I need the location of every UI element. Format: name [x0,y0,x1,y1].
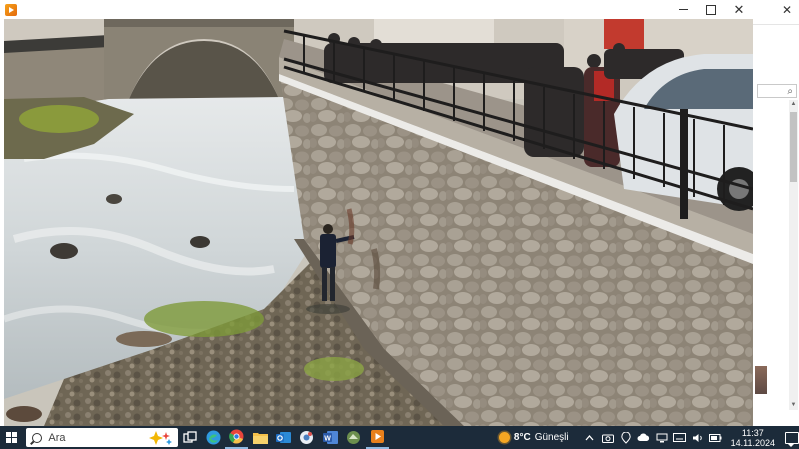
divider [753,24,799,25]
minimize-button[interactable] [669,0,697,19]
weather-temperature: 8°C [513,432,531,443]
camera-icon[interactable] [601,431,615,445]
windows-logo-icon [6,432,18,443]
svg-text:W: W [324,436,331,443]
weather-condition: Güneşli [534,432,569,443]
scroll-down-icon[interactable]: ▼ [789,401,798,410]
search-icon [32,432,43,443]
clock-date: 14.11.2024 [730,437,775,448]
video-image [4,19,753,426]
scroll-up-icon[interactable]: ▲ [789,100,798,109]
clock-time: 11:37 [741,427,764,438]
search-icon: ⌕ [787,85,793,97]
word-icon[interactable]: W [319,426,342,449]
task-view-icon[interactable] [178,426,201,449]
volume-icon[interactable] [691,431,705,445]
media-player-taskbar-icon[interactable] [365,426,389,449]
taskbar: Ara W 8°C Güneşli 11:37 14.11.2024 [0,426,799,449]
background-window[interactable]: ✕ ⌕ ▲ ▼ [752,0,799,426]
remote-app-icon[interactable] [342,426,365,449]
location-icon[interactable] [619,431,633,445]
titlebar[interactable]: ✕ [0,0,753,19]
chrome-icon[interactable] [225,426,249,449]
keyboard-icon[interactable] [673,431,687,445]
sun-icon [498,432,510,443]
scrollbar-thumb[interactable] [790,112,797,182]
background-window-titlebar: ✕ [753,0,799,20]
weather-widget[interactable]: 8°C Güneşli [498,432,569,443]
close-button[interactable]: ✕ [725,0,753,19]
outlook-icon[interactable] [272,426,295,449]
file-explorer-icon[interactable] [248,426,271,449]
media-player-window[interactable]: ✕ [0,0,753,426]
network-app-icon[interactable] [295,426,318,449]
start-button[interactable] [0,426,23,449]
media-player-icon [5,3,17,16]
sparkle-icon [149,430,173,445]
search-placeholder: Ara [48,431,66,444]
close-icon[interactable]: ✕ [779,2,795,18]
network-icon[interactable] [655,431,669,445]
thumbnail-image [755,366,767,394]
taskbar-search[interactable]: Ara [26,428,179,447]
edge-icon[interactable] [202,426,225,449]
video-frame[interactable] [4,19,753,426]
scrollbar[interactable]: ▲ ▼ [789,100,798,410]
clock[interactable]: 11:37 14.11.2024 [731,428,775,448]
system-tray: 11:37 14.11.2024 [581,428,799,448]
cloud-icon[interactable] [637,431,651,445]
chevron-up-icon[interactable] [583,431,597,445]
battery-icon[interactable] [709,431,723,445]
search-field[interactable]: ⌕ [757,84,797,98]
notification-icon[interactable] [785,431,799,447]
maximize-button[interactable] [697,0,725,19]
desktop: ✕ ⌕ ▲ ▼ ✕ [0,0,799,426]
